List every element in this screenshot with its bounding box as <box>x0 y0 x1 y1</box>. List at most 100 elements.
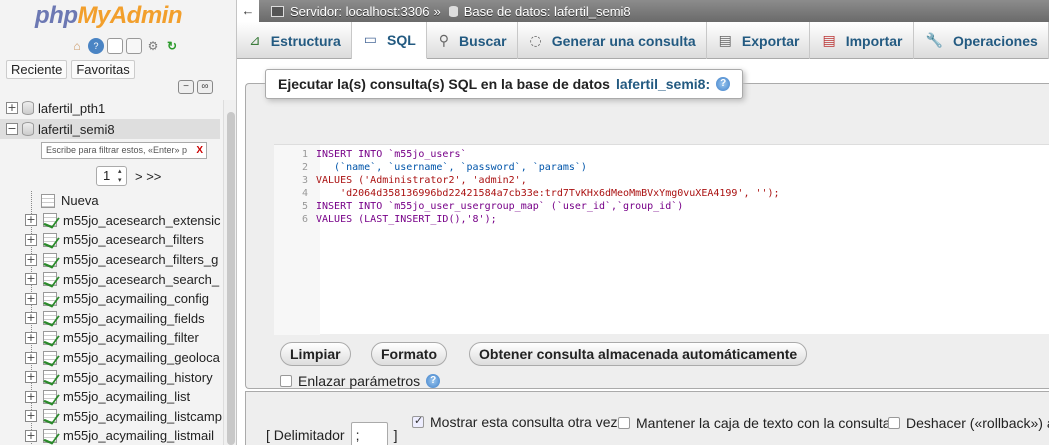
table-tree: Nueva + m55jo_acesearch_extensic + m55jo_a… <box>0 191 222 445</box>
expand-icon[interactable]: + <box>25 331 37 344</box>
table-item[interactable]: + m55jo_acymailing_history <box>0 367 222 387</box>
favorites-tab[interactable]: Favoritas <box>71 60 135 79</box>
expand-icon[interactable]: + <box>25 390 37 403</box>
tab-sql[interactable]: ▭ SQL <box>351 22 427 59</box>
clear-filter-icon[interactable]: X <box>196 143 203 158</box>
wrench-icon: 🔧 <box>925 32 943 49</box>
collapse-icon[interactable]: − <box>6 123 18 135</box>
expand-icon[interactable]: + <box>25 371 37 384</box>
format-button[interactable]: Formato <box>371 342 447 366</box>
tab-structure[interactable]: ⊿ Estructura <box>237 22 352 59</box>
legend-db-link[interactable]: lafertil_semi8: <box>616 76 710 92</box>
table-item[interactable]: + m55jo_acymailing_listmail <box>0 426 222 445</box>
phpmyadmin-logo[interactable]: phpMyAdmin <box>0 2 236 32</box>
rollback-label[interactable]: Deshacer («rollback») al <box>906 415 1049 431</box>
settings-gear-icon[interactable]: ⚙ <box>145 38 161 54</box>
keep-box-label[interactable]: Mantener la caja de texto con la consult… <box>636 415 891 431</box>
tab-operations[interactable]: 🔧 Operaciones <box>914 22 1049 59</box>
db-item-lafertil-pth1[interactable]: + lafertil_pth1 <box>6 98 105 118</box>
keep-box-checkbox[interactable] <box>618 417 630 429</box>
reload-icon[interactable]: ↻ <box>164 38 180 54</box>
new-table-item[interactable]: Nueva <box>0 191 222 211</box>
db-item-lafertil-semi8[interactable]: − lafertil_semi8 <box>6 119 115 139</box>
expand-icon[interactable]: + <box>25 292 37 305</box>
help-icon[interactable]: ? <box>426 374 441 388</box>
table-item[interactable]: + m55jo_acesearch_filters_g <box>0 250 222 270</box>
next-page-link[interactable]: > >> <box>135 169 161 184</box>
table-icon[interactable] <box>43 291 57 306</box>
table-item[interactable]: + m55jo_acesearch_extensic <box>0 211 222 231</box>
link-with-main-icon[interactable]: ∞ <box>197 80 213 94</box>
show-query-label[interactable]: Mostrar esta consulta otra vez <box>430 414 618 430</box>
expand-icon[interactable]: + <box>25 351 37 364</box>
table-icon[interactable] <box>43 252 57 267</box>
keep-box-option[interactable]: Mantener la caja de texto con la consult… <box>618 415 891 431</box>
nav-scrollbar-thumb[interactable] <box>227 112 235 445</box>
sql-docs-icon[interactable] <box>126 38 142 54</box>
table-icon[interactable] <box>43 409 57 424</box>
expand-icon[interactable]: + <box>25 214 37 227</box>
table-icon[interactable] <box>43 213 57 228</box>
table-item[interactable]: + m55jo_acymailing_geoloca <box>0 348 222 368</box>
db-label[interactable]: lafertil_pth1 <box>38 101 105 116</box>
expand-icon[interactable]: + <box>6 102 18 114</box>
help-icon[interactable]: ? <box>716 77 731 91</box>
delimiter-group: [ Delimitador ; ] <box>266 422 397 445</box>
expand-icon[interactable]: + <box>25 312 37 325</box>
help-icon[interactable]: ? <box>88 38 104 54</box>
expand-icon[interactable]: + <box>25 429 37 442</box>
navigation-panel: phpMyAdmin ⌂ ? ⚙ ↻ Reciente Favoritas − … <box>0 0 237 445</box>
table-filter-input[interactable]: Escribe para filtrar estos, «Enter» p X <box>41 142 207 159</box>
recent-tab[interactable]: Reciente <box>6 60 68 79</box>
table-item[interactable]: + m55jo_acymailing_list <box>0 387 222 407</box>
table-icon[interactable] <box>43 428 57 443</box>
table-item[interactable]: + m55jo_acesearch_search_ <box>0 269 222 289</box>
expand-icon[interactable]: + <box>25 410 37 423</box>
expand-icon[interactable]: + <box>25 273 37 286</box>
tab-query-builder[interactable]: ◌ Generar una consulta <box>518 22 707 59</box>
table-item[interactable]: + m55jo_acymailing_config <box>0 289 222 309</box>
expand-icon[interactable]: + <box>25 233 37 246</box>
table-item[interactable]: + m55jo_acesearch_filters <box>0 230 222 250</box>
table-icon[interactable] <box>43 389 57 404</box>
home-icon[interactable]: ⌂ <box>69 38 85 54</box>
code-line: 1 INSERT INTO `m55jo_users` <box>301 149 467 160</box>
collapse-nav-arrow-icon[interactable]: ← <box>237 0 259 22</box>
table-item[interactable]: + m55jo_acymailing_filter <box>0 328 222 348</box>
table-icon[interactable] <box>43 370 57 385</box>
show-query-option[interactable]: Mostrar esta consulta otra vez <box>412 414 618 430</box>
code-line: 6 VALUES (LAST_INSERT_ID(),'8'); <box>301 214 497 225</box>
db-label[interactable]: lafertil_semi8 <box>38 122 115 137</box>
tab-export[interactable]: ▤ Exportar <box>707 22 811 59</box>
table-icon[interactable] <box>43 311 57 326</box>
table-icon[interactable] <box>43 350 57 365</box>
nav-scrollbar[interactable] <box>223 100 236 445</box>
table-icon[interactable] <box>43 272 57 287</box>
sql-editor[interactable]: 1 INSERT INTO `m55jo_users` 2 (`name`, `u… <box>274 144 1049 335</box>
bind-parameters-label[interactable]: Enlazar parámetros <box>298 373 420 389</box>
show-query-checkbox[interactable] <box>412 414 424 428</box>
table-icon[interactable] <box>43 330 57 345</box>
export-icon: ▤ <box>718 32 732 49</box>
delimiter-label: [ Delimitador <box>266 427 345 443</box>
tab-import[interactable]: ▤ Importar <box>810 22 914 59</box>
delimiter-input[interactable]: ; <box>350 422 388 445</box>
breadcrumb-database[interactable]: Base de datos: lafertil_semi8 <box>464 4 631 19</box>
table-icon[interactable] <box>43 232 57 247</box>
breadcrumb-server[interactable]: Servidor: localhost:3306 <box>290 4 429 19</box>
docs-icon[interactable] <box>107 38 123 54</box>
tab-search[interactable]: ⚲ Buscar <box>427 22 518 59</box>
clear-button[interactable]: Limpiar <box>280 342 351 366</box>
collapse-all-icon[interactable]: − <box>178 80 194 94</box>
bind-parameters[interactable]: Enlazar parámetros ? <box>280 373 441 389</box>
page-select[interactable]: 1 <box>96 166 127 186</box>
rollback-option[interactable]: Deshacer («rollback») al <box>888 415 1049 431</box>
table-item[interactable]: + m55jo_acymailing_listcamp <box>0 407 222 427</box>
nav-tabs: Reciente Favoritas <box>6 60 135 79</box>
table-item[interactable]: + m55jo_acymailing_fields <box>0 309 222 329</box>
rollback-checkbox[interactable] <box>888 417 900 429</box>
new-table-icon <box>41 193 55 208</box>
get-auto-saved-query-button[interactable]: Obtener consulta almacenada automáticame… <box>469 342 808 366</box>
bind-parameters-checkbox[interactable] <box>280 375 292 387</box>
expand-icon[interactable]: + <box>25 253 37 266</box>
